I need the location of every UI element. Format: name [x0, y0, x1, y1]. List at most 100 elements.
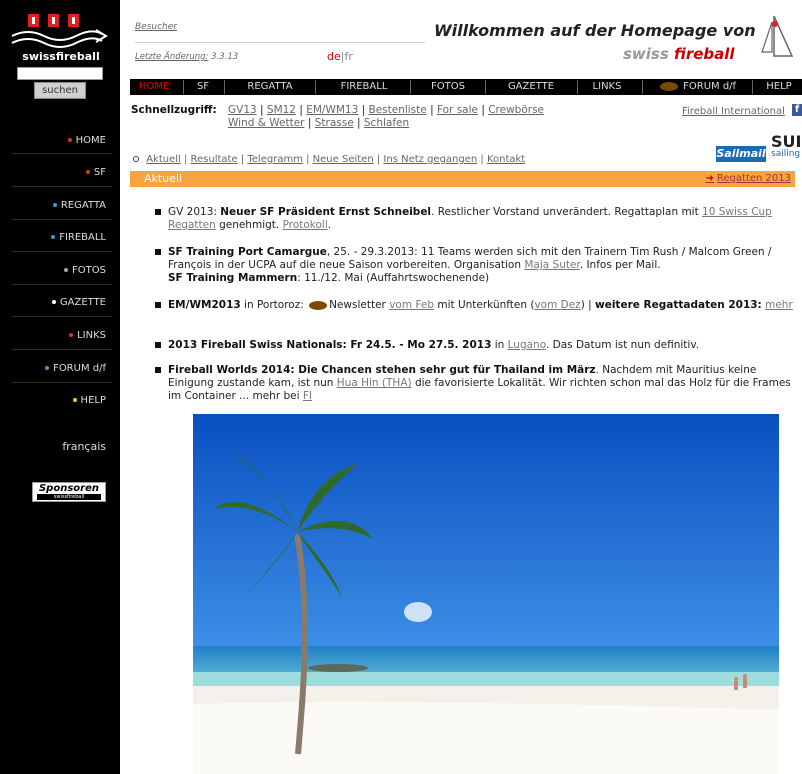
quick-link-bestenliste[interactable]: Bestenliste [368, 104, 426, 116]
sidebar-divider [12, 316, 112, 317]
section-link-ins-netz[interactable]: Ins Netz gegangen [383, 154, 477, 165]
search-button[interactable]: suchen [34, 82, 86, 99]
arrow-right-icon: ➜ [705, 173, 714, 184]
sidebar-item-regatta[interactable]: REGATTA [52, 198, 106, 214]
aktuell-title: Aktuell [144, 172, 183, 185]
link-protokoll[interactable]: Protokoll [283, 219, 328, 231]
nav-forum[interactable]: FORUM d/f [646, 79, 748, 95]
nav-divider [315, 80, 316, 94]
sidebar-item-sf[interactable]: SF [85, 165, 106, 181]
section-link-telegramm[interactable]: Telegramm [247, 154, 303, 165]
section-link-resultate[interactable]: Resultate [191, 154, 238, 165]
nav-divider [224, 80, 225, 94]
sailmail-logo[interactable]: Sailmail [716, 146, 766, 162]
link-mehr[interactable]: mehr [765, 299, 793, 311]
regatten-2013-link[interactable]: ➜ Regatten 2013 [706, 171, 791, 187]
sidebar-item-fireball[interactable]: FIREBALL [51, 230, 106, 246]
link-hua-hin[interactable]: Hua Hin (THA) [337, 377, 412, 389]
nav-divider [642, 80, 643, 94]
nav-divider [752, 80, 753, 94]
welcome-heading: Willkommen auf der Homepage von [434, 21, 756, 40]
bullet-icon [133, 156, 139, 162]
news-item: SF Training Port Camargue, 25. - 29.3.20… [155, 246, 793, 285]
brand-name: swiss fireball [623, 45, 735, 63]
nav-home[interactable]: HOME [130, 79, 178, 95]
nav-fireball[interactable]: FIREBALL [318, 79, 410, 95]
sidebar-divider [12, 186, 112, 187]
news-item: 2013 Fireball Swiss Nationals: Fr 24.5. … [155, 339, 793, 352]
sidebar-divider [12, 251, 112, 252]
nav-links[interactable]: LINKS [580, 79, 634, 95]
section-link-aktuell[interactable]: Aktuell [146, 154, 181, 165]
last-change: Letzte Änderung: 3.3.13 [135, 52, 239, 62]
sailing-text: sailing [771, 149, 801, 159]
bullet-icon [85, 170, 90, 174]
nav-fotos[interactable]: FOTOS [414, 79, 482, 95]
sponsor-sub: swissfireball [37, 494, 101, 500]
quick-link-sm12[interactable]: SM12 [267, 104, 296, 116]
quick-access: Schnellzugriff: GV13 | SM12 | EM/WM13 | … [131, 104, 611, 129]
section-link-neue-seiten[interactable]: Neue Seiten [313, 154, 374, 165]
quick-link-wind-wetter[interactable]: Wind & Wetter [228, 117, 305, 129]
nav-regatta[interactable]: REGATTA [230, 79, 310, 95]
link-lugano[interactable]: Lugano [508, 339, 546, 351]
top-nav: HOME SF REGATTA FIREBALL FOTOS GAZETTE L… [130, 79, 802, 95]
logo-text: swissfireball [22, 50, 99, 63]
bullet-icon [64, 268, 69, 272]
lang-fr-link[interactable]: fr [344, 50, 352, 63]
lang-de-link[interactable]: de [327, 50, 341, 63]
quick-access-label: Schnellzugriff: [131, 104, 217, 116]
search-input[interactable] [17, 67, 103, 80]
link-vom-dez[interactable]: vom Dez [534, 299, 580, 311]
link-vom-feb[interactable]: vom Feb [389, 299, 434, 311]
sidebar-divider [12, 219, 112, 220]
newsletter-icon [309, 300, 328, 310]
bullet-icon [155, 342, 161, 348]
forum-icon [659, 81, 678, 91]
bullet-icon [51, 300, 56, 304]
section-link-kontakt[interactable]: Kontakt [487, 154, 525, 165]
nav-help[interactable]: HELP [757, 79, 801, 95]
news-item: GV 2013: Neuer SF Präsident Ernst Schnei… [155, 206, 793, 232]
language-link-french[interactable]: français [62, 440, 106, 453]
quick-link-schlafen[interactable]: Schlafen [364, 117, 409, 129]
visitors-link[interactable]: Besucher [135, 22, 177, 32]
sponsor-label: Sponsoren [38, 483, 99, 494]
bullet-icon [155, 302, 161, 308]
quick-link-emwm13[interactable]: EM/WM13 [306, 104, 358, 116]
swissfireball-logo[interactable]: swissfireball [6, 10, 116, 64]
sidebar-item-home[interactable]: HOME [67, 133, 106, 149]
header: Besucher Letzte Änderung: 3.3.13 de|fr W… [120, 0, 802, 74]
header-divider [135, 42, 425, 43]
nav-sf[interactable]: SF [187, 79, 219, 95]
sidebar-divider [12, 153, 112, 154]
quick-link-strasse[interactable]: Strasse [315, 117, 354, 129]
nav-divider [577, 80, 578, 94]
quick-link-crewboerse[interactable]: Crewbörse [488, 104, 544, 116]
sidebar-item-help[interactable]: HELP [72, 393, 106, 409]
bullet-icon [67, 138, 72, 142]
nav-divider [485, 80, 486, 94]
beach-photo [193, 414, 779, 774]
sponsor-badge[interactable]: Sponsoren swissfireball [32, 482, 106, 502]
sidebar-item-gazette[interactable]: GAZETTE [51, 295, 106, 311]
sidebar-item-forum[interactable]: FORUM d/f [45, 361, 106, 377]
bullet-icon [52, 203, 57, 207]
quick-link-gv13[interactable]: GV13 [228, 104, 257, 116]
sidebar: swissfireball suchen HOME SF REGATTA FIR… [0, 0, 120, 774]
fireball-international-link[interactable]: Fireball International [682, 106, 785, 117]
nav-divider [183, 80, 184, 94]
link-maja-suter[interactable]: Maja Suter [524, 259, 579, 271]
nav-gazette[interactable]: GAZETTE [488, 79, 574, 95]
link-fi[interactable]: FI [303, 390, 312, 402]
news-item: Fireball Worlds 2014: Die Chancen stehen… [155, 364, 793, 403]
sidebar-item-fotos[interactable]: FOTOS [64, 263, 106, 279]
quick-link-for-sale[interactable]: For sale [437, 104, 478, 116]
bullet-icon [155, 367, 161, 373]
sidebar-divider [12, 349, 112, 350]
facebook-icon[interactable]: f [792, 104, 802, 116]
sidebar-item-links[interactable]: LINKS [69, 328, 106, 344]
section-links: Aktuell | Resultate | Telegramm | Neue S… [133, 154, 525, 165]
language-toggle: de|fr [327, 50, 353, 63]
bullet-icon [155, 249, 161, 255]
